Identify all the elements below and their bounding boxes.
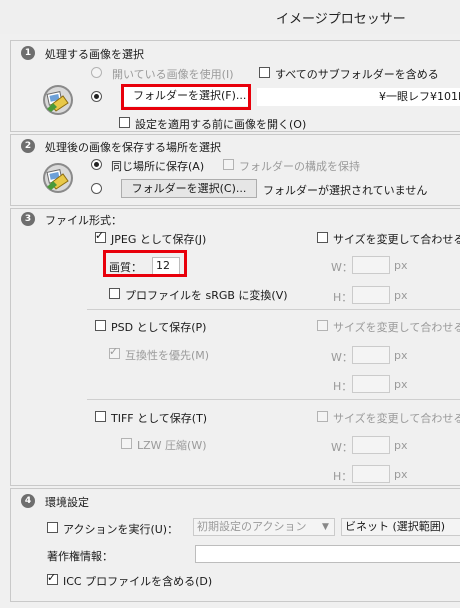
- save-as-psd-checkbox[interactable]: [95, 320, 106, 331]
- convert-srgb-checkbox[interactable]: [109, 288, 120, 299]
- run-action-checkbox[interactable]: [47, 522, 58, 533]
- save-as-psd-label: PSD として保存(P): [111, 321, 207, 334]
- use-open-images-label: 開いている画像を使用(I): [112, 68, 234, 81]
- keep-folder-structure-label: フォルダーの構成を保持: [239, 160, 360, 173]
- highlight-quality: [103, 250, 187, 277]
- jpeg-width-label: W：: [331, 261, 353, 274]
- tiff-resize-checkbox[interactable]: [317, 411, 328, 422]
- jpeg-resize-checkbox[interactable]: [317, 232, 328, 243]
- jpeg-height-input[interactable]: [352, 286, 390, 304]
- step-number-3: 3: [21, 212, 35, 226]
- save-as-jpeg-checkbox[interactable]: ✓: [95, 229, 106, 243]
- include-subfolders-checkbox[interactable]: [259, 67, 270, 78]
- include-icc-label: ICC プロファイルを含める(D): [63, 575, 213, 588]
- section-select-images: 1 処理する画像を選択 開いている画像を使用(I) すべてのサブフォルダーを含め…: [10, 40, 460, 132]
- save-as-tiff-checkbox[interactable]: [95, 411, 106, 422]
- psd-height-input[interactable]: [352, 375, 390, 393]
- save-same-location-radio[interactable]: [91, 159, 102, 170]
- select-folder-radio[interactable]: [91, 91, 102, 102]
- tiff-resize-label: サイズを変更して合わせる(Z: [333, 412, 460, 425]
- convert-srgb-label: プロファイルを sRGB に変換(V): [125, 289, 288, 302]
- divider: [87, 309, 460, 310]
- window-title: イメージプロセッサー: [276, 12, 406, 27]
- open-first-image-checkbox[interactable]: [119, 117, 130, 128]
- lzw-compression-checkbox[interactable]: [121, 438, 132, 449]
- save-as-tiff-label: TIFF として保存(T): [111, 412, 208, 425]
- section-save-location: 2 処理後の画像を保存する場所を選択 同じ場所に保存(A) フォルダーの構成を保…: [10, 134, 460, 206]
- include-subfolders-label: すべてのサブフォルダーを含める: [275, 68, 439, 81]
- tiff-width-input[interactable]: [352, 436, 390, 454]
- tiff-width-label: W：: [331, 441, 353, 454]
- jpeg-resize-label: サイズを変更して合わせる(R: [333, 233, 460, 246]
- action-set-value: 初期設定のアクション: [197, 520, 307, 533]
- jpeg-height-label: H：: [333, 291, 353, 304]
- tiff-height-label: H：: [333, 470, 353, 483]
- copyright-label: 著作権情報：: [47, 550, 113, 563]
- use-open-images-radio[interactable]: [91, 67, 102, 78]
- tiff-height-unit: px: [394, 468, 408, 481]
- open-first-image-label: 設定を適用する前に画像を開く(O): [135, 118, 307, 131]
- check-mark: ✓: [95, 229, 105, 242]
- run-action-label: アクションを実行(U)：: [63, 523, 179, 536]
- select-dest-folder-radio[interactable]: [91, 183, 102, 194]
- source-folder-path: ¥一眼レフ¥101ND: [379, 90, 460, 103]
- step-number-4: 4: [21, 494, 35, 508]
- psd-width-input[interactable]: [352, 346, 390, 364]
- psd-resize-checkbox[interactable]: [317, 320, 328, 331]
- section4-heading: 環境設定: [45, 496, 89, 509]
- psd-resize-label: サイズを変更して合わせる(E: [333, 321, 460, 334]
- action-set-dropdown[interactable]: 初期設定のアクション ▼: [193, 518, 335, 536]
- check-mark: ✓: [47, 571, 57, 584]
- highlight-select-folder: [121, 84, 251, 110]
- maximize-compat-label: 互換性を優先(M): [125, 349, 210, 362]
- jpeg-width-unit: px: [394, 259, 408, 272]
- lzw-compression-label: LZW 圧縮(W): [137, 439, 207, 452]
- section-file-type: 3 ファイル形式： ✓ JPEG として保存(J) サイズを変更して合わせる(R…: [10, 208, 460, 486]
- title-bar: イメージプロセッサー: [0, 0, 460, 34]
- select-dest-folder-button[interactable]: フォルダーを選択(C)...: [121, 179, 257, 198]
- no-folder-selected-text: フォルダーが選択されていません: [263, 184, 428, 197]
- action-name-dropdown[interactable]: ビネット (選択範囲): [341, 518, 460, 536]
- source-folder-path-field: ¥一眼レフ¥101ND: [257, 88, 460, 106]
- maximize-compat-checkbox[interactable]: ✓: [109, 345, 120, 359]
- chevron-down-icon: ▼: [322, 522, 329, 532]
- dialog-body: 1 処理する画像を選択 開いている画像を使用(I) すべてのサブフォルダーを含め…: [0, 34, 460, 608]
- save-as-jpeg-label: JPEG として保存(J): [111, 233, 207, 246]
- step-number-2: 2: [21, 139, 35, 153]
- save-same-location-label: 同じ場所に保存(A): [111, 160, 205, 173]
- jpeg-height-unit: px: [394, 289, 408, 302]
- psd-width-unit: px: [394, 349, 408, 362]
- include-icc-checkbox[interactable]: ✓: [47, 571, 58, 585]
- section1-heading: 処理する画像を選択: [45, 48, 144, 61]
- photo-folder-icon: [43, 163, 73, 193]
- psd-height-label: H：: [333, 380, 353, 393]
- psd-height-unit: px: [394, 378, 408, 391]
- jpeg-width-input[interactable]: [352, 256, 390, 274]
- check-mark: ✓: [109, 345, 119, 358]
- radio-dot: [94, 162, 99, 167]
- psd-width-label: W：: [331, 351, 353, 364]
- divider: [87, 399, 460, 400]
- section2-heading: 処理後の画像を保存する場所を選択: [45, 141, 221, 154]
- keep-folder-structure-checkbox[interactable]: [223, 159, 234, 170]
- section-preferences: 4 環境設定 アクションを実行(U)： 初期設定のアクション ▼ ビネット (選…: [10, 488, 460, 602]
- tiff-height-input[interactable]: [352, 465, 390, 483]
- radio-dot: [94, 94, 99, 99]
- step-number-1: 1: [21, 46, 35, 60]
- action-name-value: ビネット (選択範囲): [345, 520, 446, 533]
- tiff-width-unit: px: [394, 439, 408, 452]
- section3-heading: ファイル形式：: [45, 214, 122, 227]
- photo-folder-icon: [43, 85, 73, 115]
- copyright-input[interactable]: [195, 545, 460, 563]
